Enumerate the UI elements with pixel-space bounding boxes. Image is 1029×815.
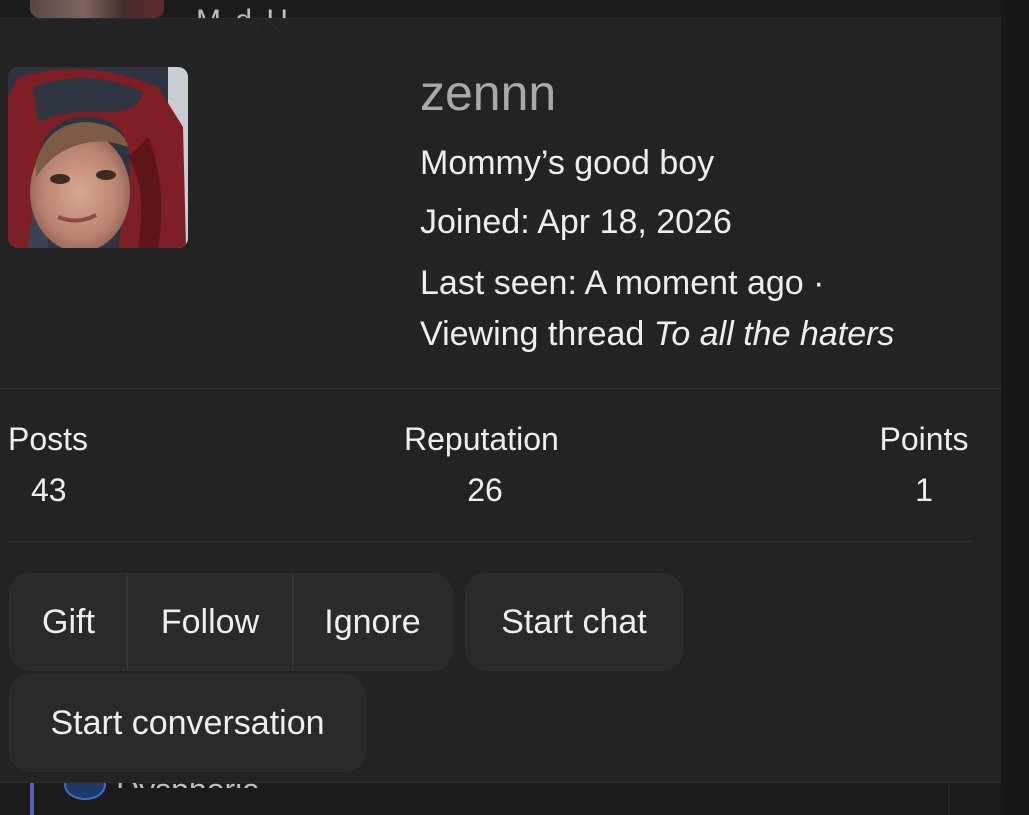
current-activity: Viewing thread To all the haters xyxy=(420,314,894,354)
start-chat-button[interactable]: Start chat xyxy=(465,573,683,671)
follow-button[interactable]: Follow xyxy=(127,574,292,670)
avatar[interactable] xyxy=(8,67,188,248)
activity-prefix: Viewing thread xyxy=(420,315,654,353)
stat-posts-value[interactable]: 43 xyxy=(8,470,88,510)
stat-points-label: Points xyxy=(879,421,969,457)
stat-reputation-value[interactable]: 26 xyxy=(404,470,566,510)
stat-reputation: Reputation 26 xyxy=(404,419,566,510)
member-action-group: Gift Follow Ignore xyxy=(9,573,453,671)
stat-points-value[interactable]: 1 xyxy=(876,470,972,510)
tooltip-caret xyxy=(249,17,282,50)
background-avatar xyxy=(30,0,164,18)
background-scroll-area xyxy=(1001,0,1029,815)
start-conversation-button[interactable]: Start conversation xyxy=(9,674,366,772)
activity-thread-link[interactable]: To all the haters xyxy=(654,315,895,353)
stat-points: Points 1 xyxy=(876,419,972,510)
profile-popup-page: M d H Dysphoria xyxy=(0,0,1029,815)
avatar-image xyxy=(8,67,188,248)
background-post-title: M d H xyxy=(196,6,291,18)
stat-reputation-label: Reputation xyxy=(404,421,559,457)
joined-date: Joined: Apr 18, 2026 xyxy=(420,203,732,241)
stats-divider xyxy=(8,541,972,542)
last-seen: Last seen: A moment ago · xyxy=(420,264,825,302)
stat-posts-label: Posts xyxy=(8,421,89,457)
section-divider xyxy=(0,388,1001,389)
username[interactable]: zennn xyxy=(420,63,556,123)
background-quote-bar xyxy=(30,782,34,815)
stat-posts: Posts 43 xyxy=(8,419,88,510)
member-tooltip-card: zennn Mommy’s good boy Joined: Apr 18, 2… xyxy=(0,17,1001,783)
background-divider xyxy=(948,782,949,815)
ignore-button[interactable]: Ignore xyxy=(292,574,452,670)
gift-button[interactable]: Gift xyxy=(10,574,127,670)
user-title: Mommy’s good boy xyxy=(420,144,715,182)
